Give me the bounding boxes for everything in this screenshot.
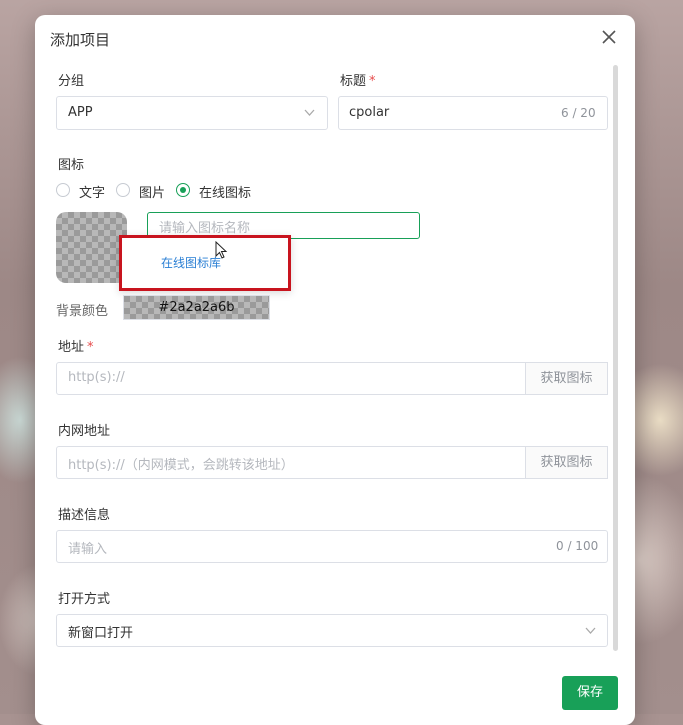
intranet-input[interactable]: http(s)://（内网模式，会跳转该地址）: [56, 446, 526, 479]
save-button[interactable]: 保存: [562, 676, 618, 710]
open-mode-select[interactable]: 新窗口打开: [56, 614, 608, 647]
title-label: 标题 *: [340, 70, 376, 89]
intranet-placeholder: http(s)://（内网模式，会跳转该地址）: [68, 458, 294, 473]
description-label: 描述信息: [58, 508, 111, 523]
description-counter: 0 / 100: [556, 539, 599, 553]
dialog-title: 添加项目: [50, 31, 111, 49]
icon-preview: [56, 212, 127, 283]
mouse-cursor-icon: [215, 241, 228, 259]
intranet-label: 内网地址: [58, 424, 111, 439]
online-icon-dropdown: 在线图标库: [119, 235, 291, 291]
description-placeholder: 请输入: [68, 542, 108, 557]
icon-label: 图标: [58, 158, 85, 173]
address-input[interactable]: http(s)://: [56, 362, 526, 395]
radio-image-label: 图片: [139, 186, 166, 201]
bg-color-label: 背景颜色: [56, 304, 109, 319]
group-select[interactable]: APP: [56, 96, 328, 130]
description-input[interactable]: 请输入 0 / 100: [56, 530, 608, 563]
address-placeholder: http(s)://: [68, 370, 125, 385]
close-icon[interactable]: [600, 28, 618, 46]
radio-text[interactable]: [56, 183, 70, 197]
dialog-scrollbar[interactable]: [613, 65, 618, 651]
title-counter: 6 / 20: [561, 106, 596, 120]
online-icon-library-link[interactable]: 在线图标库: [161, 254, 221, 271]
radio-text-label: 文字: [79, 186, 106, 201]
group-value: APP: [68, 105, 93, 120]
open-mode-label: 打开方式: [58, 592, 111, 607]
chevron-down-icon: [585, 627, 596, 634]
add-item-dialog: 添加项目 分组 APP 标题 * cpolar 6 / 20 图标 文字 图片 在…: [35, 15, 635, 725]
radio-online-icon-label: 在线图标: [199, 186, 252, 201]
bg-color-picker[interactable]: #2a2a2a6b: [123, 295, 270, 320]
group-label: 分组: [58, 74, 85, 89]
radio-online-icon[interactable]: [176, 183, 190, 197]
open-mode-value: 新窗口打开: [68, 626, 134, 641]
radio-image[interactable]: [116, 183, 130, 197]
address-label: 地址 *: [58, 336, 94, 355]
required-mark: *: [87, 340, 94, 355]
title-input[interactable]: cpolar 6 / 20: [338, 96, 608, 130]
chevron-down-icon: [304, 109, 315, 116]
address-fetch-icon-button[interactable]: 获取图标: [526, 362, 608, 395]
title-label-text: 标题: [340, 74, 367, 89]
bg-color-value: #2a2a2a6b: [158, 300, 235, 315]
title-value: cpolar: [349, 105, 390, 120]
address-label-text: 地址: [58, 340, 85, 355]
intranet-fetch-icon-button[interactable]: 获取图标: [526, 446, 608, 479]
required-mark: *: [369, 74, 376, 89]
icon-search-placeholder: 请输入图标名称: [159, 221, 251, 236]
